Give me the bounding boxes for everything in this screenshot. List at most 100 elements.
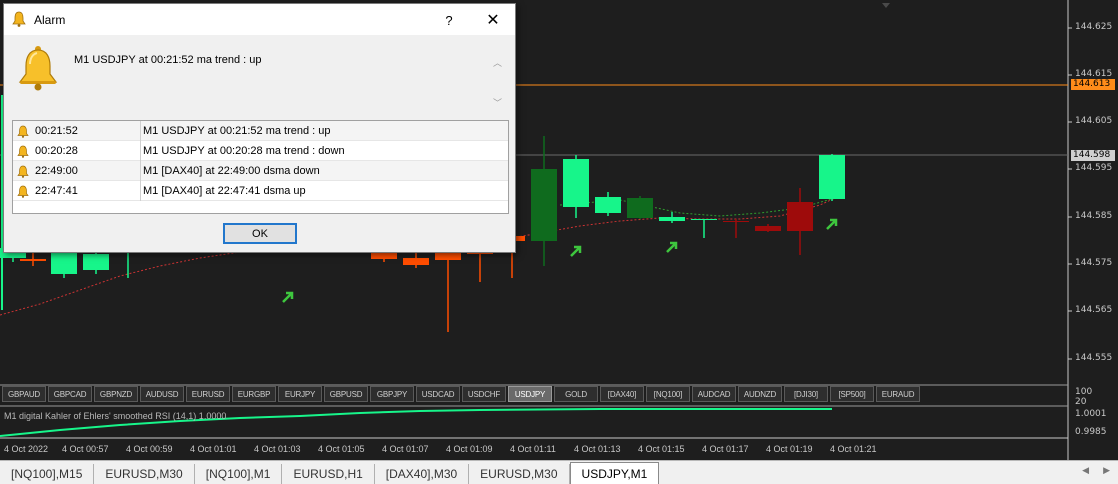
close-button[interactable]: ✕ <box>480 8 506 32</box>
bell-icon <box>17 185 29 198</box>
help-button[interactable]: ? <box>436 8 462 32</box>
time-axis-label: 4 Oct 01:03 <box>254 444 301 454</box>
alarm-bell-icon <box>18 46 58 91</box>
symbol-button[interactable]: USDJPY <box>508 386 552 402</box>
alarm-dialog: Alarm ? ✕ M1 USDJPY at 00:21:52 ma trend… <box>3 3 516 253</box>
chart-tab[interactable]: USDJPY,M1 <box>569 462 660 484</box>
candle-body <box>20 259 46 261</box>
price-axis-label: 144.585 <box>1075 211 1113 221</box>
bell-icon <box>17 145 29 158</box>
alarm-row-time: 00:21:52 <box>35 125 78 137</box>
symbol-button[interactable]: AUDNZD <box>738 386 782 402</box>
tab-scroll-controls: ◀ ▶ <box>1082 465 1110 476</box>
time-axis-label: 4 Oct 01:21 <box>830 444 877 454</box>
price-axis-label: 144.565 <box>1075 305 1113 315</box>
symbol-button[interactable]: GBPNZD <box>94 386 138 402</box>
time-axis-label: 4 Oct 01:09 <box>446 444 493 454</box>
symbol-button[interactable]: USDCHF <box>462 386 506 402</box>
alarm-row-time: 22:47:41 <box>35 185 78 197</box>
symbol-button[interactable]: [SP500] <box>830 386 874 402</box>
candle-body <box>787 202 813 231</box>
candle-body <box>659 217 685 221</box>
price-axis-label: 144.605 <box>1075 116 1113 126</box>
chart-tab[interactable]: [NQ100],M1 <box>195 464 283 484</box>
alarm-title: Alarm <box>34 13 66 27</box>
symbol-button[interactable]: AUDCAD <box>692 386 736 402</box>
time-axis-label: 4 Oct 00:57 <box>62 444 109 454</box>
price-axis-label: 144.555 <box>1075 353 1113 363</box>
price-axis-label: 144.625 <box>1075 22 1113 32</box>
indicator-level-100: 100 <box>1075 387 1093 397</box>
symbol-button[interactable]: EURUSD <box>186 386 230 402</box>
time-axis-label: 4 Oct 01:19 <box>766 444 813 454</box>
symbol-button[interactable]: EURAUD <box>876 386 920 402</box>
candle-body <box>755 226 781 231</box>
ok-button[interactable]: OK <box>223 223 297 244</box>
bell-icon <box>17 165 29 178</box>
buy-arrow-icon <box>282 291 294 303</box>
chart-tab[interactable]: [DAX40],M30 <box>375 464 470 484</box>
symbol-bar: GBPAUD GBPCAD GBPNZD AUDUSD EURUSD EURGBP EURJ… <box>0 386 1068 404</box>
indicator-level-upper: 1.0001 <box>1075 409 1107 419</box>
symbol-button[interactable]: GOLD <box>554 386 598 402</box>
symbol-button[interactable]: EURJPY <box>278 386 322 402</box>
symbol-button[interactable]: GBPAUD <box>2 386 46 402</box>
alarm-row-time-cell: 00:21:52 <box>17 121 137 141</box>
alarm-row[interactable]: 00:21:52 M1 USDJPY at 00:21:52 ma trend :… <box>13 121 508 141</box>
chart-tab[interactable]: [NQ100],M15 <box>0 464 95 484</box>
alarm-message: M1 USDJPY at 00:21:52 ma trend : up <box>74 54 262 66</box>
buy-arrow-icon <box>826 218 838 230</box>
scroll-up-icon[interactable]: ︿ <box>493 56 502 69</box>
alarm-row-message: M1 [DAX40] at 22:49:00 dsma down <box>140 161 320 181</box>
price-axis-label: 144.575 <box>1075 258 1113 268</box>
alarm-row[interactable]: 22:47:41 M1 [DAX40] at 22:47:41 dsma up <box>13 181 508 201</box>
scroll-right-icon[interactable]: ▶ <box>1103 465 1110 476</box>
chart-tab[interactable]: EURUSD,M30 <box>94 464 195 484</box>
chart-tab[interactable]: EURUSD,M30 <box>469 464 570 484</box>
alarm-row-time-cell: 00:20:28 <box>17 141 137 161</box>
price-axis-label: 144.615 <box>1075 69 1113 79</box>
trading-terminal: 144.625 144.615 144.605 144.595 144.585 144.5… <box>0 0 1118 484</box>
symbol-button[interactable]: GBPUSD <box>324 386 368 402</box>
time-axis-label: 4 Oct 00:59 <box>126 444 173 454</box>
time-axis-label: 4 Oct 01:11 <box>510 444 556 454</box>
alarm-row-message: M1 USDJPY at 00:21:52 ma trend : up <box>140 121 331 141</box>
candle-body <box>531 169 557 241</box>
alarm-row[interactable]: 00:20:28 M1 USDJPY at 00:20:28 ma trend :… <box>13 141 508 161</box>
message-scrollbar[interactable]: ︿ ﹀ <box>491 52 505 112</box>
symbol-button[interactable]: EURGBP <box>232 386 276 402</box>
alarm-row-time-cell: 22:47:41 <box>17 181 137 201</box>
time-axis-label: 4 Oct 01:17 <box>702 444 749 454</box>
alarm-row-time-cell: 22:49:00 <box>17 161 137 181</box>
symbol-button[interactable]: AUDUSD <box>140 386 184 402</box>
candle-body <box>819 155 845 199</box>
symbol-button[interactable]: GBPCAD <box>48 386 92 402</box>
price-axis-label: 144.595 <box>1075 163 1113 173</box>
alert-price-tag[interactable]: 144.613 <box>1071 79 1115 90</box>
symbol-button[interactable]: [DJI30] <box>784 386 828 402</box>
time-axis-label: 4 Oct 01:15 <box>638 444 685 454</box>
symbol-button[interactable]: GBPJPY <box>370 386 414 402</box>
candle-body <box>563 159 589 207</box>
symbol-button[interactable]: USDCAD <box>416 386 460 402</box>
chart-tab[interactable]: EURUSD,H1 <box>282 464 375 484</box>
bell-icon <box>17 125 29 138</box>
scroll-left-icon[interactable]: ◀ <box>1082 465 1089 476</box>
alarm-row-time: 00:20:28 <box>35 145 78 157</box>
buy-arrow-icon <box>666 241 678 253</box>
indicator-level-lower: 0.9985 <box>1075 427 1107 437</box>
alarm-titlebar[interactable]: Alarm ? ✕ <box>4 4 515 35</box>
alarm-history-list: 00:21:52 M1 USDJPY at 00:21:52 ma trend :… <box>12 120 509 214</box>
chart-tabs: [NQ100],M15 EURUSD,M30 [NQ100],M1 EURUSD,H1… <box>0 460 1118 484</box>
time-axis-label: 4 Oct 01:07 <box>382 444 429 454</box>
symbol-button[interactable]: [NQ100] <box>646 386 690 402</box>
alarm-row[interactable]: 22:49:00 M1 [DAX40] at 22:49:00 dsma down <box>13 161 508 181</box>
buy-arrow-icon <box>570 245 582 257</box>
alarm-row-message: M1 [DAX40] at 22:47:41 dsma up <box>140 181 306 201</box>
scroll-down-icon[interactable]: ﹀ <box>493 96 502 109</box>
candle-body <box>83 254 109 270</box>
indicator-title: M1 digital Kahler of Ehlers' smoothed RS… <box>4 411 227 421</box>
candle-body <box>403 258 429 265</box>
symbol-button[interactable]: [DAX40] <box>600 386 644 402</box>
candle-body <box>51 250 77 274</box>
